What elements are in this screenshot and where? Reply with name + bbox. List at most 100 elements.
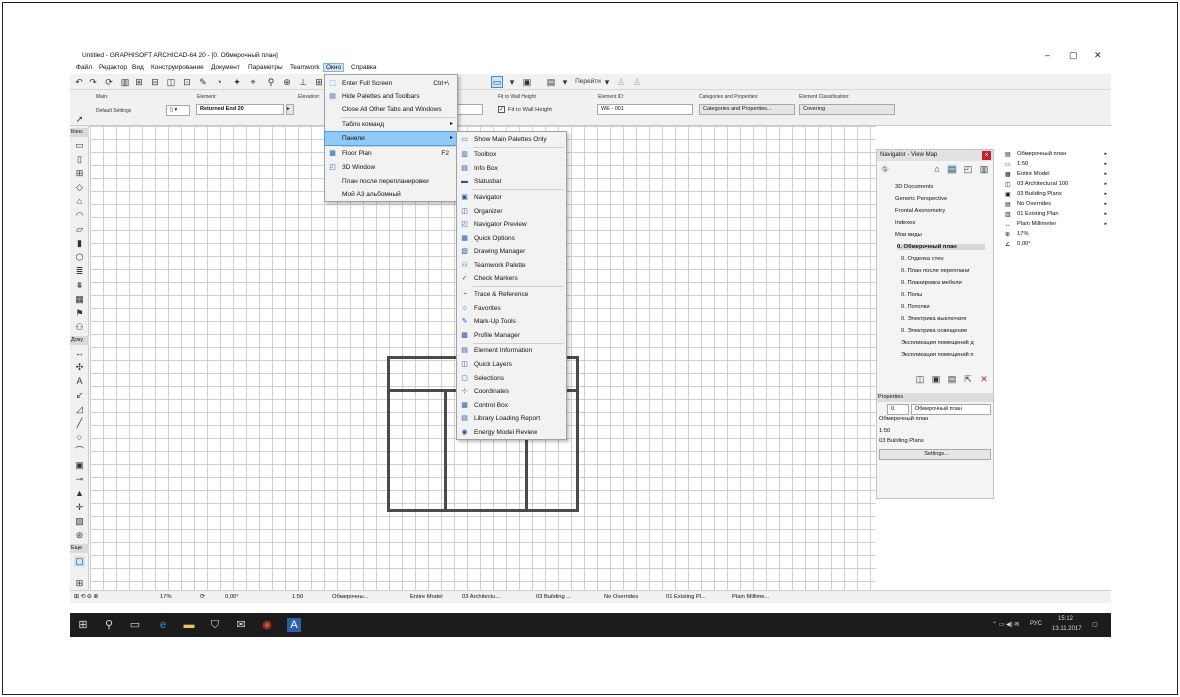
menu-item-close-all-tabs[interactable]: Close All Other Tabs and Windows <box>325 103 457 116</box>
menu-edit[interactable]: Редактор <box>97 64 129 71</box>
settings-button[interactable]: Settings... <box>879 449 991 460</box>
quick-option-dimensions[interactable]: ↔ Plain Millimeter ▸ <box>1005 219 1109 229</box>
submenu-item-quick-options[interactable]: ▦ Quick Options <box>457 232 566 245</box>
tree-item-frontal-axonometry[interactable]: Frontal Axonometry <box>895 208 945 214</box>
wall-bottom[interactable] <box>387 509 579 512</box>
language-indicator[interactable]: РУС <box>1030 621 1042 627</box>
rebuild-icon[interactable]: ⟳ <box>104 77 114 87</box>
navigator-mode-icon[interactable]: ⛗ <box>880 164 890 174</box>
beam-tool-icon[interactable]: ⊞ <box>74 168 85 179</box>
mail-icon[interactable]: ✉ <box>234 618 248 632</box>
store-icon[interactable]: ⛉ <box>208 618 222 632</box>
chrome-icon[interactable]: ◉ <box>260 618 274 632</box>
zoom-icon[interactable]: ⊕ <box>282 77 292 87</box>
layer-value[interactable]: 03 Architectu... <box>462 594 500 600</box>
notifications-icon[interactable]: ▢ <box>1092 621 1098 628</box>
import-icon[interactable]: ⇱ <box>963 374 973 384</box>
default-settings-label[interactable]: Default Settings <box>96 108 131 114</box>
quick-option-angle[interactable]: ∠ 0,00° <box>1005 239 1109 249</box>
dimension-tool-icon[interactable]: ↔ <box>74 348 85 359</box>
submenu-item-library-loading-report[interactable]: ▤ Library Loading Report <box>457 412 566 425</box>
menu-window[interactable]: Окно <box>322 63 345 72</box>
zoom-value[interactable]: 17% <box>160 594 172 600</box>
tree-item-survey-plan[interactable]: 0. Обмерочный план <box>897 244 985 250</box>
submenu-item-check-markers[interactable]: ✓ Check Markers <box>457 272 566 285</box>
submenu-item-energy-model-review[interactable]: ◉ Energy Model Review <box>457 426 566 439</box>
menu-teamwork[interactable]: Teamwork <box>288 64 322 71</box>
quick-option-overrides[interactable]: ▤ No Overrides ▸ <box>1005 199 1109 209</box>
submenu-item-quick-layers[interactable]: ◫ Quick Layers <box>457 358 566 371</box>
arrow-tool-icon[interactable]: ➚ <box>74 114 85 125</box>
save-view-icon[interactable]: ▤ <box>947 374 957 384</box>
element-id-input[interactable]: WE - 001 <box>597 104 693 115</box>
measure-icon[interactable]: ⚲ <box>266 77 276 87</box>
submenu-item-toolbox[interactable]: ▥ Toolbox <box>457 148 566 161</box>
categories-button[interactable]: Categories and Properties... <box>699 104 795 115</box>
rotate-icon[interactable]: ⟳ <box>200 594 205 600</box>
toolbox-section-design[interactable]: Конс <box>70 128 89 137</box>
tree-item-furniture[interactable]: 0. Планировка мебели <box>901 280 962 286</box>
grid-icon[interactable]: ⊞ <box>134 77 144 87</box>
edge-icon[interactable]: e <box>156 618 170 632</box>
3d-icon[interactable]: ⊞ ⟲ ⊖ ⊕ <box>74 594 98 600</box>
submenu-item-statusbar[interactable]: ▬ Statusbar <box>457 175 566 188</box>
roof-tool-icon[interactable]: ⌂ <box>74 196 85 207</box>
undo-icon[interactable]: ↶ <box>74 77 84 87</box>
text-tool-icon[interactable]: A <box>74 376 85 387</box>
redo-icon[interactable]: ↷ <box>88 77 98 87</box>
fill-tool-icon[interactable]: ◿ <box>74 404 85 415</box>
menu-item-palettes[interactable]: Панели ▸ <box>324 131 458 146</box>
pen-icon[interactable]: ✎ <box>198 77 208 87</box>
view-id-input[interactable]: 0. <box>887 404 909 415</box>
toolbox-section-document[interactable]: Доку <box>70 336 89 345</box>
window-tool-icon[interactable]: ⬡ <box>74 252 85 263</box>
magic-wand-icon[interactable]: ✦ <box>232 77 242 87</box>
minimize-icon[interactable]: – <box>1045 50 1050 60</box>
fit-height-checkbox[interactable]: ✓ <box>498 106 505 113</box>
quick-option-layer-combination[interactable]: ◫ 03 Architectural 100 ▸ <box>1005 179 1109 189</box>
layers-icon[interactable]: ◫ <box>166 77 176 87</box>
wall-tool-icon[interactable]: ▭ <box>74 140 85 151</box>
view-map-icon[interactable]: ▤ <box>947 164 957 174</box>
column-tool-icon[interactable]: ▯ <box>74 154 85 165</box>
dims-value[interactable]: Plain Millime... <box>732 594 769 600</box>
model-value[interactable]: Entire Model <box>410 594 443 600</box>
submenu-item-drawing-manager[interactable]: ▧ Drawing Manager <box>457 245 566 258</box>
3d-tool-icon[interactable]: ⊞ <box>74 578 85 589</box>
submenu-item-navigator[interactable]: ▣ Navigator <box>457 191 566 204</box>
curtain-wall-tool-icon[interactable]: ▦ <box>74 294 85 305</box>
figure-tool-icon[interactable]: ▨ <box>74 516 85 527</box>
tree-item-3d-documents[interactable]: 3D Documents <box>895 184 933 190</box>
submenu-item-control-box[interactable]: ▦ Control Box <box>457 399 566 412</box>
tree-item-ceilings[interactable]: 0. Потолки <box>901 304 930 310</box>
snap-icon[interactable]: ⊟ <box>150 77 160 87</box>
tree-item-electric-lighting[interactable]: 0. Электрика освещение <box>901 328 967 334</box>
view-name-input[interactable]: Обмерочный план <box>911 404 991 415</box>
classification-select[interactable]: Covering <box>799 104 895 115</box>
level-dimension-tool-icon[interactable]: ✣ <box>74 362 85 373</box>
window-type-icon[interactable]: ▭ <box>491 76 503 88</box>
wall-right[interactable] <box>576 356 579 511</box>
menu-item-command-table[interactable]: Табло команд ▸ <box>325 118 457 131</box>
window-type-dropdown-icon[interactable]: ▾ <box>507 77 517 87</box>
zone-tool-icon[interactable]: ▢ <box>74 556 85 567</box>
quick-option-view[interactable]: ▤ Обмерочный план ▸ <box>1005 149 1109 159</box>
ortho-icon[interactable]: ⊥ <box>298 77 308 87</box>
submenu-item-organizer[interactable]: ◫ Organizer <box>457 205 566 218</box>
trace-icon[interactable]: ◔ <box>214 77 224 87</box>
menu-item-enter-full-screen[interactable]: ⬚ Enter Full Screen Ctrl+\ <box>325 77 457 90</box>
stair-tool-icon[interactable]: ≣ <box>74 266 85 277</box>
quick-option-scale[interactable]: ▭ 1:50 ▸ <box>1005 159 1109 169</box>
submenu-item-markup-tools[interactable]: ✎ Mark-Up Tools <box>457 315 566 328</box>
submenu-item-info-box[interactable]: ▤ Info Box <box>457 162 566 175</box>
new-view-icon[interactable]: ◫ <box>915 374 925 384</box>
submenu-item-trace-reference[interactable]: ◔ Trace & Reference <box>457 288 566 301</box>
guide-icon[interactable]: ⊡ <box>182 77 192 87</box>
goto-button[interactable]: Перейти <box>574 77 602 87</box>
clock-time[interactable]: 15:12 <box>1058 616 1073 622</box>
scale-value[interactable]: 1:50 <box>292 594 303 600</box>
object-tool-icon[interactable]: ⚑ <box>74 308 85 319</box>
element-dropdown-icon[interactable]: ▸ <box>286 104 294 115</box>
quick-option-renovation[interactable]: ▥ 01 Existing Plan ▸ <box>1005 209 1109 219</box>
grid-tool-icon[interactable]: ⊛ <box>74 530 85 541</box>
